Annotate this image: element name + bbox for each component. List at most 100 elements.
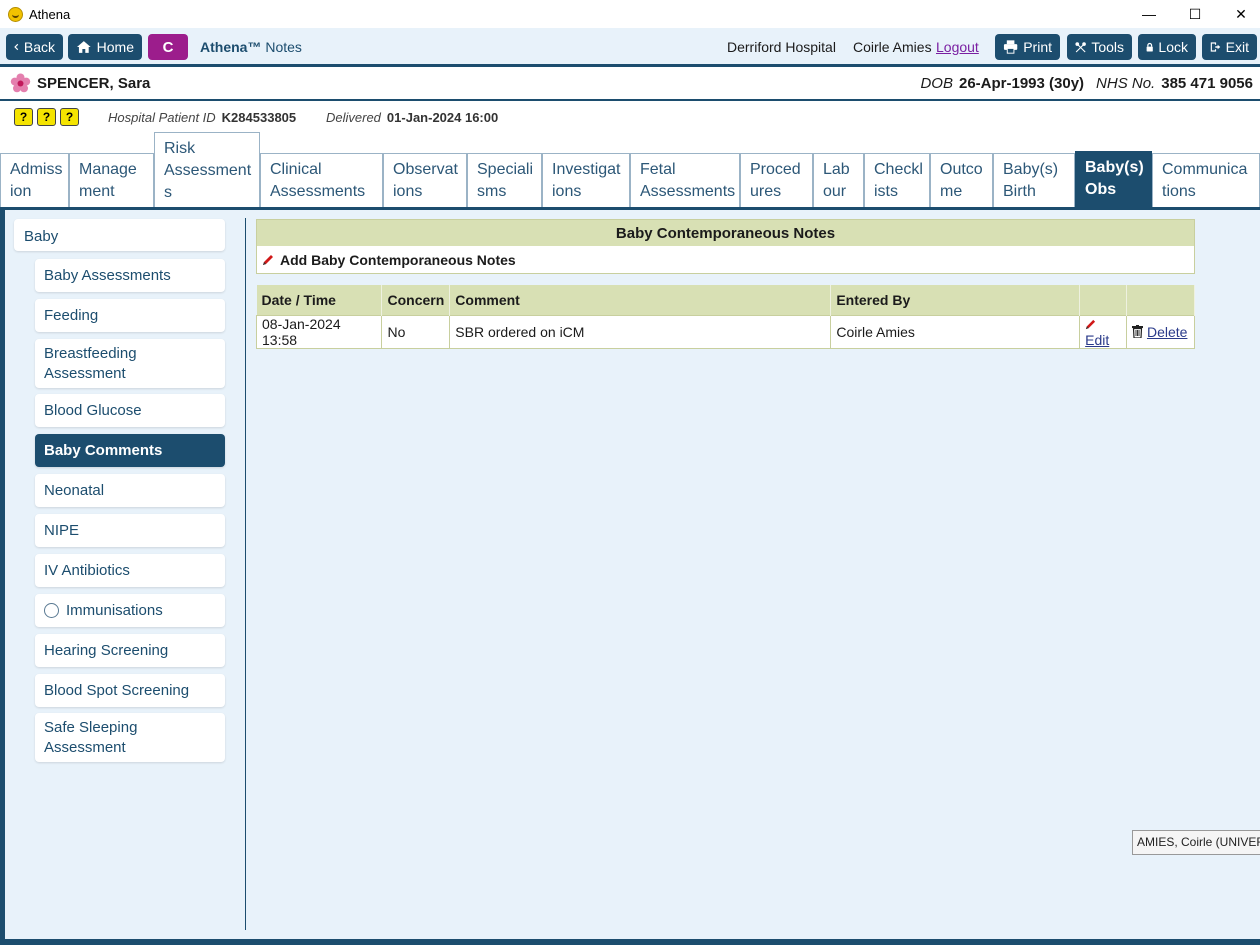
alert-list-icon[interactable]: ? (14, 108, 33, 126)
banner-divider (0, 99, 1260, 101)
hospital-id-label: Hospital Patient ID (108, 110, 216, 125)
patient-identifiers: DOB 26-Apr-1993 (30y) NHS No. 385 471 9056 (920, 75, 1253, 92)
cell-edit: Edit (1079, 314, 1128, 349)
tab-risk-assessments[interactable]: Risk Assessment s (154, 132, 260, 208)
tab-babys-obs[interactable]: Baby(s) Obs (1075, 151, 1152, 208)
edit-link[interactable]: Edit (1085, 332, 1109, 348)
patient-banner: SPENCER, Sara DOB 26-Apr-1993 (30y) NHS No… (0, 67, 1260, 100)
tab-outcome[interactable]: Outco me (930, 153, 993, 208)
exit-icon (1210, 42, 1221, 52)
back-button[interactable]: Back (6, 34, 63, 60)
add-note-button[interactable]: Add Baby Contemporaneous Notes (257, 246, 1194, 273)
tools-icon (1075, 41, 1086, 52)
brand-name: Athena™ (200, 39, 262, 55)
column-header-datetime[interactable]: Date / Time (256, 285, 383, 315)
print-button[interactable]: Print (995, 34, 1060, 60)
dob-label: DOB (920, 75, 953, 92)
exit-label: Exit (1225, 39, 1249, 55)
tab-babys-birth[interactable]: Baby(s) Birth (993, 153, 1075, 208)
tab-management[interactable]: Manage ment (69, 153, 154, 208)
print-label: Print (1023, 39, 1052, 55)
delivered-info: Delivered 01-Jan-2024 16:00 (326, 110, 498, 125)
cell-concern: No (381, 314, 451, 349)
tab-investigations[interactable]: Investigat ions (542, 153, 630, 208)
sidebar-item-safe-sleeping-assessment[interactable]: Safe Sleeping Assessment (35, 713, 225, 762)
tab-checklists[interactable]: Checkl ists (864, 153, 930, 208)
tab-labour[interactable]: Lab our (813, 153, 864, 208)
sidebar-item-blood-spot-screening[interactable]: Blood Spot Screening (35, 674, 225, 707)
tools-label: Tools (1091, 39, 1124, 55)
notes-table: Date / Time Concern Comment Entered By 0… (255, 285, 1195, 349)
minimize-button[interactable]: — (1126, 0, 1172, 28)
sidebar-item-blood-glucose[interactable]: Blood Glucose (35, 394, 225, 427)
tab-specialisms[interactable]: Speciali sms (467, 153, 542, 208)
maximize-button[interactable]: ☐ (1172, 0, 1218, 28)
alert-note-icon[interactable]: ? (60, 108, 79, 126)
nhs-label: NHS No. (1096, 75, 1156, 92)
back-label: Back (23, 39, 55, 55)
sidebar-item-label: Immunisations (66, 601, 163, 619)
tab-clinical-assessments[interactable]: Clinical Assessments (260, 153, 383, 208)
tab-procedures[interactable]: Proced ures (740, 153, 813, 208)
column-header-entered-by[interactable]: Entered By (830, 285, 1081, 315)
title-bar: Athena (0, 0, 1260, 28)
alert-question-icon[interactable]: ? (37, 108, 56, 126)
pencil-icon (1086, 319, 1096, 329)
sidebar-item-immunisations[interactable]: Immunisations (35, 594, 225, 627)
column-header-edit (1079, 285, 1128, 315)
tab-communications[interactable]: Communica tions (1152, 153, 1260, 208)
sidebar-item-baby-assessments[interactable]: Baby Assessments (35, 259, 225, 292)
home-icon (76, 41, 91, 53)
user-tooltip: AMIES, Coirle (UNIVERS (1132, 830, 1260, 855)
column-header-concern[interactable]: Concern (381, 285, 451, 315)
home-button[interactable]: Home (68, 34, 142, 60)
athena-logo-icon (8, 6, 23, 22)
cell-datetime: 08-Jan-2024 13:58 (255, 314, 383, 349)
lock-label: Lock (1158, 39, 1188, 55)
flower-icon (10, 73, 31, 93)
exit-button[interactable]: Exit (1202, 34, 1257, 60)
home-label: Home (96, 39, 134, 55)
lock-icon (1146, 42, 1153, 52)
add-note-label: Add Baby Contemporaneous Notes (280, 251, 516, 268)
notes-panel: Baby Contemporaneous Notes Add Baby Cont… (256, 219, 1195, 274)
cell-entered-by: Coirle Amies (830, 314, 1081, 349)
tools-button[interactable]: Tools (1067, 34, 1132, 60)
user-initial-badge[interactable]: C (148, 34, 188, 60)
sidebar-divider (245, 218, 246, 930)
delete-link[interactable]: Delete (1147, 324, 1187, 340)
hospital-id: Hospital Patient ID K284533805 (108, 110, 296, 125)
column-header-comment[interactable]: Comment (449, 285, 832, 315)
sidebar-item-nipe[interactable]: NIPE (35, 514, 225, 547)
hospital-id-value: K284533805 (221, 110, 297, 125)
tab-admission[interactable]: Admiss ion (0, 153, 69, 208)
sidebar-root-baby[interactable]: Baby (14, 219, 225, 251)
lock-button[interactable]: Lock (1138, 34, 1196, 60)
cell-delete: Delete (1126, 314, 1195, 349)
toolbar: Back Home C Athena™ Notes Derriford Hosp… (0, 28, 1260, 65)
cell-comment: SBR ordered on iCM (449, 314, 832, 349)
close-button[interactable]: ✕ (1218, 0, 1260, 28)
logout-link[interactable]: Logout (936, 39, 979, 55)
brand-section: Notes (265, 39, 302, 55)
tab-fetal-assessments[interactable]: Fetal Assessments (630, 153, 740, 208)
printer-icon (1003, 40, 1018, 54)
patient-name: SPENCER, Sara (37, 75, 151, 92)
tab-observations[interactable]: Observat ions (383, 153, 467, 208)
status-circle-icon (44, 603, 59, 618)
sidebar-item-breastfeeding-assessment[interactable]: Breastfeeding Assessment (35, 339, 225, 388)
sidebar-item-feeding[interactable]: Feeding (35, 299, 225, 332)
chevron-left-icon (14, 43, 19, 51)
main-tabs: Admiss ion Manage ment Risk Assessment s… (0, 132, 1260, 208)
sidebar-item-neonatal[interactable]: Neonatal (35, 474, 225, 507)
window-title: Athena (29, 6, 71, 22)
sidebar-item-baby-comments[interactable]: Baby Comments (35, 434, 225, 467)
sidebar-item-iv-antibiotics[interactable]: IV Antibiotics (35, 554, 225, 587)
column-header-delete (1126, 285, 1195, 315)
hospital-name: Derriford Hospital (727, 39, 836, 55)
sidebar-item-hearing-screening[interactable]: Hearing Screening (35, 634, 225, 667)
trash-icon (1132, 324, 1144, 339)
user-name: Coirle Amies (853, 39, 932, 55)
table-header-row: Date / Time Concern Comment Entered By (256, 285, 1195, 315)
dob-value: 26-Apr-1993 (30y) (958, 75, 1085, 92)
